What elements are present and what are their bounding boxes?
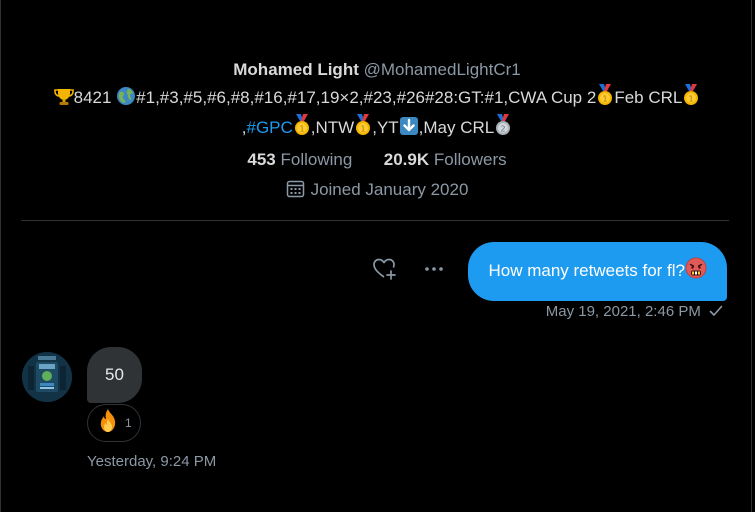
bio-yt: ,YT: [372, 118, 399, 137]
bio-ranks: #1,#3,#5,#6,#8,#16,#17,19×2,#23,#26#28:G…: [136, 88, 597, 107]
following-count: 453: [247, 150, 276, 169]
more-options-icon[interactable]: [422, 257, 446, 286]
sent-message-text: How many retweets for fl?: [488, 261, 685, 280]
first-place-medal-icon: 1: [596, 84, 614, 114]
first-place-medal-icon: 1: [293, 114, 311, 144]
sent-message-bubble[interactable]: How many retweets for fl?: [468, 242, 727, 301]
calendar-icon: [286, 180, 304, 198]
sent-message-meta: May 19, 2021, 2:46 PM: [546, 302, 723, 322]
bio-feb-crl: Feb CRL: [614, 88, 683, 107]
joined-date: Joined January 2020: [1, 178, 753, 202]
received-message-bubble[interactable]: 50: [87, 347, 142, 403]
profile-header: Mohamed Light @MohamedLightCr1 8421 #1,#…: [1, 58, 753, 202]
face-with-symbols-icon: [685, 257, 707, 286]
svg-text:1: 1: [603, 95, 608, 104]
sent-message-row: How many retweets for fl?: [372, 242, 727, 301]
followers-count: 20.9K: [383, 150, 430, 169]
profile-display-name[interactable]: Mohamed Light: [233, 60, 359, 79]
fire-icon: [94, 407, 122, 440]
svg-text:2: 2: [501, 125, 506, 134]
bio-may-crl: ,May CRL: [418, 118, 495, 137]
followers-link[interactable]: 20.9K Followers: [384, 150, 507, 169]
globe-icon: [116, 86, 136, 114]
following-label: Following: [280, 150, 353, 169]
trophy-icon: [53, 88, 74, 114]
first-place-medal-icon: 1: [354, 114, 372, 144]
hashtag-link[interactable]: #GPC: [246, 118, 292, 137]
followers-label: Followers: [433, 150, 507, 169]
sent-timestamp: May 19, 2021, 2:46 PM: [545, 303, 701, 320]
down-arrow-icon: [399, 116, 419, 144]
message-reaction[interactable]: 1: [87, 404, 141, 442]
joined-text: Joined January 2020: [310, 180, 469, 199]
following-link[interactable]: 453 Following: [247, 150, 357, 169]
first-place-medal-icon: 1: [682, 84, 700, 114]
conversation-panel: Mohamed Light @MohamedLightCr1 8421 #1,#…: [0, 0, 752, 512]
follow-stats: 453 Following 20.9K Followers: [1, 148, 753, 172]
bio-trophy-count: 8421: [73, 88, 117, 107]
profile-bio: 8421 #1,#3,#5,#6,#8,#16,#17,19×2,#23,#26…: [32, 84, 722, 144]
second-place-medal-icon: 2: [494, 114, 512, 144]
received-timestamp: Yesterday, 9:24 PM: [87, 453, 217, 470]
bio-ntw: ,NTW: [310, 118, 355, 137]
add-reaction-icon[interactable]: [372, 257, 398, 286]
svg-text:1: 1: [689, 95, 694, 104]
profile-name-line[interactable]: Mohamed Light @MohamedLightCr1: [1, 58, 753, 82]
avatar[interactable]: [22, 352, 72, 402]
received-message-text: 50: [105, 365, 124, 384]
profile-handle[interactable]: @MohamedLightCr1: [364, 60, 521, 79]
checkmark-icon: [705, 303, 723, 320]
reaction-count: 1: [125, 416, 132, 430]
divider: [21, 220, 729, 221]
svg-text:1: 1: [361, 125, 366, 134]
svg-text:1: 1: [299, 125, 304, 134]
